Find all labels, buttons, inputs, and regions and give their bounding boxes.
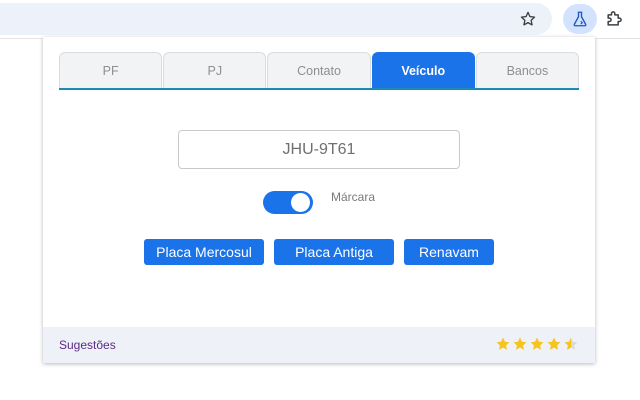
- browser-toolbar: [0, 0, 640, 39]
- suggestions-link[interactable]: Sugestões: [59, 338, 116, 352]
- bookmark-star-button[interactable]: [514, 5, 542, 33]
- tab-pj[interactable]: PJ: [163, 52, 267, 88]
- tab-contato[interactable]: Contato: [267, 52, 371, 88]
- plate-input[interactable]: [178, 130, 460, 169]
- rating-stars[interactable]: [495, 336, 579, 352]
- star-icon: [530, 337, 544, 350]
- tab-veiculo[interactable]: Veículo: [371, 52, 475, 88]
- tab-bar: PF PJ Contato Veículo Bancos: [59, 52, 580, 90]
- tab-pf[interactable]: PF: [59, 52, 163, 88]
- placa-mercosul-button[interactable]: Placa Mercosul: [144, 239, 264, 265]
- popup-footer: Sugestões: [43, 327, 595, 363]
- star-icon: [564, 337, 578, 350]
- tab-bancos[interactable]: Bancos: [475, 52, 580, 88]
- star-icon: [496, 337, 510, 350]
- renavam-button[interactable]: Renavam: [404, 239, 494, 265]
- address-bar[interactable]: [0, 3, 552, 35]
- puzzle-icon: [607, 11, 622, 26]
- mask-toggle-label: Márcara: [331, 190, 376, 204]
- star-icon: [547, 337, 561, 350]
- star-icon: [520, 11, 536, 26]
- mask-toggle[interactable]: [263, 191, 313, 214]
- flask-icon: [573, 11, 587, 27]
- extension-button[interactable]: [563, 4, 597, 34]
- extensions-menu-button[interactable]: [600, 5, 628, 33]
- star-icon: [513, 337, 527, 350]
- toggle-knob: [291, 193, 310, 212]
- extension-popup: PF PJ Contato Veículo Bancos Márcara Pla…: [43, 37, 595, 363]
- placa-antiga-button[interactable]: Placa Antiga: [274, 239, 394, 265]
